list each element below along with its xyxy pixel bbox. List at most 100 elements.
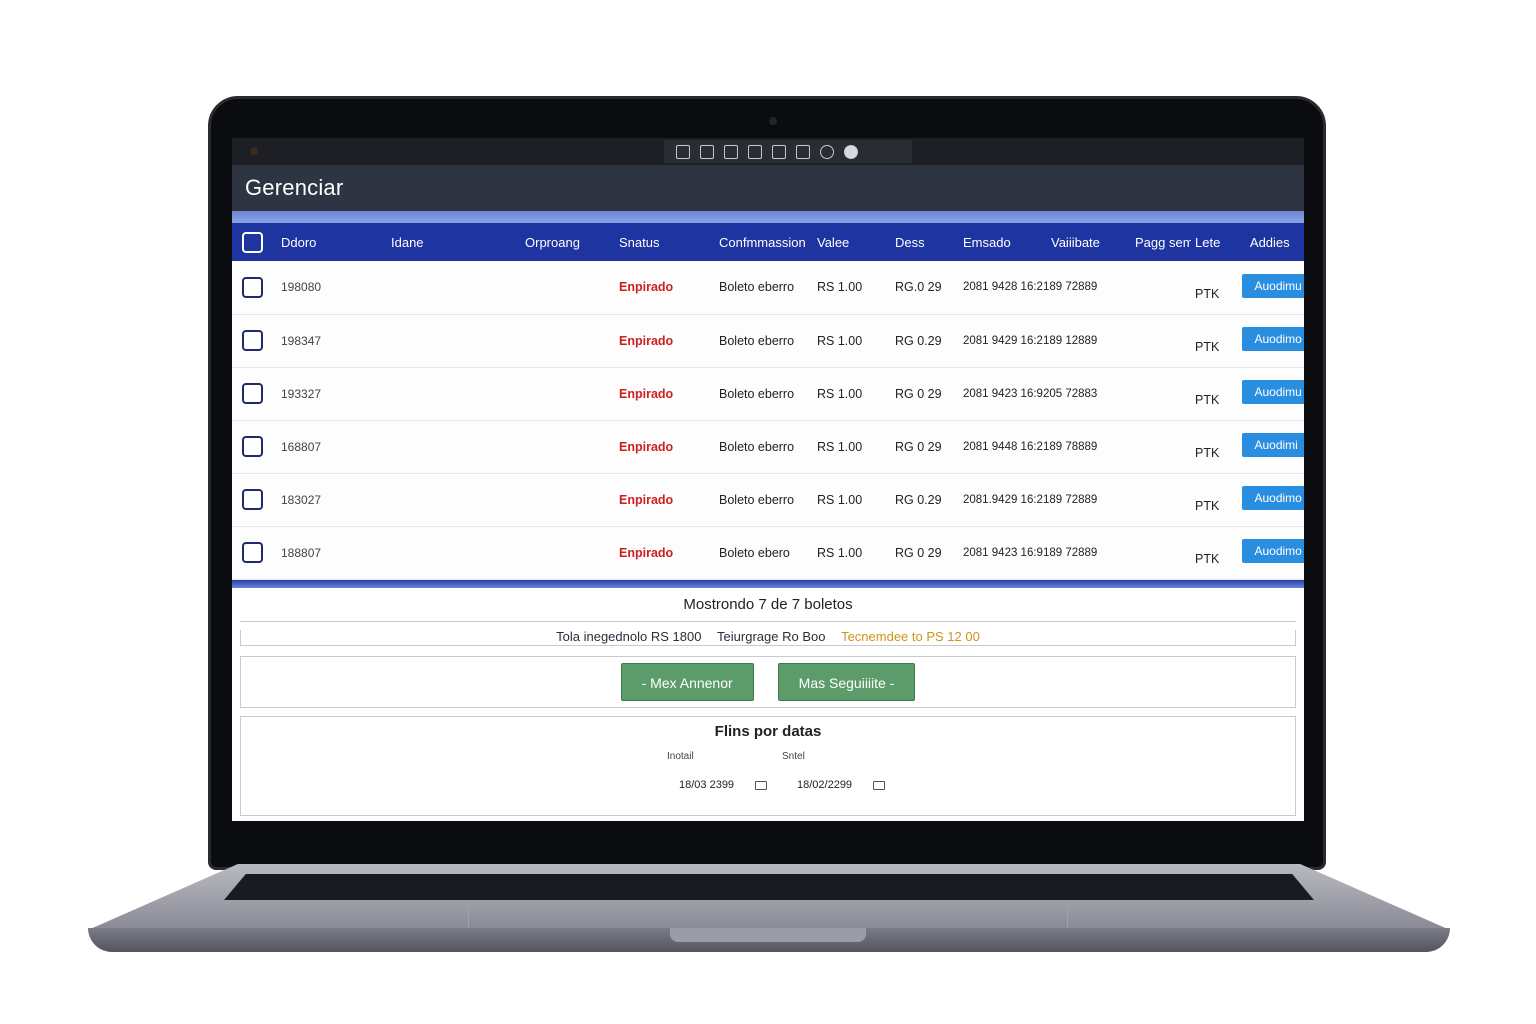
row-lete: PTK	[1195, 499, 1220, 513]
window-icon[interactable]	[748, 144, 762, 159]
col-header-orproang[interactable]: Orproang	[521, 223, 615, 261]
col-header-idane[interactable]: Idane	[387, 223, 521, 261]
row-id: 198347	[281, 333, 322, 348]
row-checkbox[interactable]	[242, 330, 263, 351]
row-lete: PTK	[1195, 446, 1220, 460]
row-value: RS 1.00	[817, 386, 863, 401]
row-dess: RG.0 29	[895, 280, 942, 295]
row-confirmation: Boleto eberro	[719, 333, 795, 348]
cursor-icon[interactable]	[724, 144, 738, 159]
calendar-icon[interactable]	[755, 780, 767, 790]
total-text-3: Tecnemdee to PS 12 00	[841, 628, 980, 644]
date-filter: Flins por datas Inotail Sntel 18/03 2399…	[240, 715, 1296, 816]
image-icon[interactable]	[796, 144, 810, 159]
status-badge: Enpirado	[619, 386, 674, 401]
status-badge: Enpirado	[619, 545, 674, 560]
row-value: RS 1.00	[817, 545, 863, 560]
save-icon[interactable]	[700, 144, 714, 159]
camera-icon	[769, 117, 777, 125]
table-header-row: Ddoro Idane Orproang Snatus Confmmassion…	[232, 223, 1304, 261]
col-header-emsado[interactable]: Emsado	[959, 223, 1047, 261]
col-header-validate[interactable]: Vaiiibate	[1047, 223, 1129, 261]
status-badge: Enpirado	[619, 280, 674, 295]
row-confirmation: Boleto eberro	[719, 492, 795, 507]
status-badge: Enpirado	[619, 492, 674, 507]
row-emsado: 2081.9429 16:2189 72889	[963, 493, 1098, 506]
table-row[interactable]: 188807 Enpirado Boleto ebero RS 1.00 RG …	[232, 526, 1304, 579]
row-value: RS 1.00	[817, 439, 863, 454]
col-header-status[interactable]: Snatus	[615, 223, 701, 261]
row-checkbox[interactable]	[242, 542, 263, 563]
table-row[interactable]: 183027 Enpirado Boleto eberro RS 1.00 RG…	[232, 473, 1304, 526]
table-row[interactable]: 168807 Enpirado Boleto eberro RS 1.00 RG…	[232, 420, 1304, 473]
row-emsado: 2081 9429 16:2189 12889	[963, 334, 1098, 347]
col-header-ddoro[interactable]: Ddoro	[277, 223, 387, 261]
start-date-label: Inotail	[667, 750, 694, 762]
row-lete: PTK	[1195, 393, 1220, 407]
showing-count: Mostrondo 7 de 7 boletos	[240, 588, 1296, 622]
totals-bar: Tola inegednolo RS 1800 Teiurgrage Ro Bo…	[240, 628, 1296, 646]
row-id: 198080	[281, 280, 322, 295]
row-emsado: 2081 9423 16:9189 72889	[963, 546, 1098, 559]
table-row[interactable]: 198080 Enpirado Boleto eberro RS 1.00 RG…	[232, 261, 1304, 314]
col-header-confirmation[interactable]: Confmmassion	[701, 223, 813, 261]
row-value: RS 1.00	[817, 280, 863, 295]
col-header-lete[interactable]: Lete	[1195, 235, 1247, 250]
keyboard	[224, 874, 1314, 900]
table-row[interactable]: 193327 Enpirado Boleto eberro RS 1.00 RG…	[232, 367, 1304, 420]
action-button[interactable]: Auodimo	[1242, 539, 1304, 563]
start-date-input[interactable]: 18/03 2399	[679, 779, 734, 791]
filter-title: Flins por datas	[714, 722, 822, 740]
globe-icon[interactable]	[844, 144, 858, 159]
row-confirmation: Boleto eberro	[719, 386, 795, 401]
page-title: Gerenciar	[245, 175, 344, 200]
status-badge: Enpirado	[619, 439, 674, 454]
row-checkbox[interactable]	[242, 489, 263, 510]
table-row[interactable]: 198347 Enpirado Boleto eberro RS 1.00 RG…	[232, 314, 1304, 367]
row-value: RS 1.00	[817, 492, 863, 507]
col-header-actions: Lete Addies	[1191, 223, 1304, 261]
calendar-icon[interactable]	[873, 780, 885, 790]
col-header-dess[interactable]: Dess	[891, 223, 959, 261]
col-header-addies[interactable]: Addies	[1250, 235, 1290, 250]
row-confirmation: Boleto eberro	[719, 439, 795, 454]
row-emsado: 2081 9428 16:2189 72889	[963, 281, 1098, 294]
col-header-value[interactable]: Valee	[813, 223, 891, 261]
pagination: - Mex Annenor Mas Seguiiiite -	[240, 655, 1296, 708]
row-checkbox[interactable]	[242, 276, 263, 298]
row-dess: RG 0.29	[895, 492, 942, 507]
row-dess: RG 0 29	[895, 545, 942, 560]
folder-icon[interactable]	[676, 144, 690, 159]
app-header: Gerenciar	[232, 165, 1304, 211]
next-page-button[interactable]: Mas Seguiiiite -	[777, 662, 916, 701]
total-text-1: Tola inegednolo RS 1800	[556, 628, 702, 644]
row-confirmation: Boleto eberro	[719, 280, 795, 295]
status-badge: Enpirado	[619, 333, 674, 348]
action-button[interactable]: Auodimi	[1242, 433, 1304, 457]
action-button[interactable]: Auodimo	[1242, 486, 1304, 510]
prev-page-button[interactable]: - Mex Annenor	[620, 662, 754, 701]
action-button[interactable]: Auodimo	[1242, 327, 1304, 351]
boletos-table: Ddoro Idane Orproang Snatus Confmmassion…	[232, 223, 1304, 580]
row-emsado: 2081 9448 16:2189 78889	[963, 440, 1098, 453]
row-lete: PTK	[1195, 286, 1220, 301]
row-lete: PTK	[1195, 552, 1220, 566]
row-checkbox[interactable]	[242, 383, 263, 404]
row-confirmation: Boleto ebero	[719, 545, 790, 560]
document-icon[interactable]	[772, 144, 786, 159]
screen: Gerenciar Ddoro Idane Orproang Snatus Co…	[232, 138, 1304, 821]
info-icon[interactable]	[820, 144, 834, 159]
action-button[interactable]: Auodimu	[1242, 273, 1304, 298]
row-dess: RG 0 29	[895, 439, 942, 454]
table-bottom-stripe	[232, 579, 1304, 588]
row-checkbox[interactable]	[242, 436, 263, 457]
row-dess: RG 0 29	[895, 386, 942, 401]
row-emsado: 2081 9423 16:9205 72883	[963, 387, 1098, 400]
row-dess: RG 0.29	[895, 333, 942, 348]
col-header-pagg[interactable]: Pagg sem	[1129, 223, 1191, 261]
end-date-input[interactable]: 18/02/2299	[797, 779, 852, 791]
action-button[interactable]: Auodimu	[1242, 380, 1304, 404]
select-all-checkbox[interactable]	[242, 231, 263, 253]
trackpad	[468, 900, 1068, 928]
row-id: 168807	[281, 439, 322, 454]
